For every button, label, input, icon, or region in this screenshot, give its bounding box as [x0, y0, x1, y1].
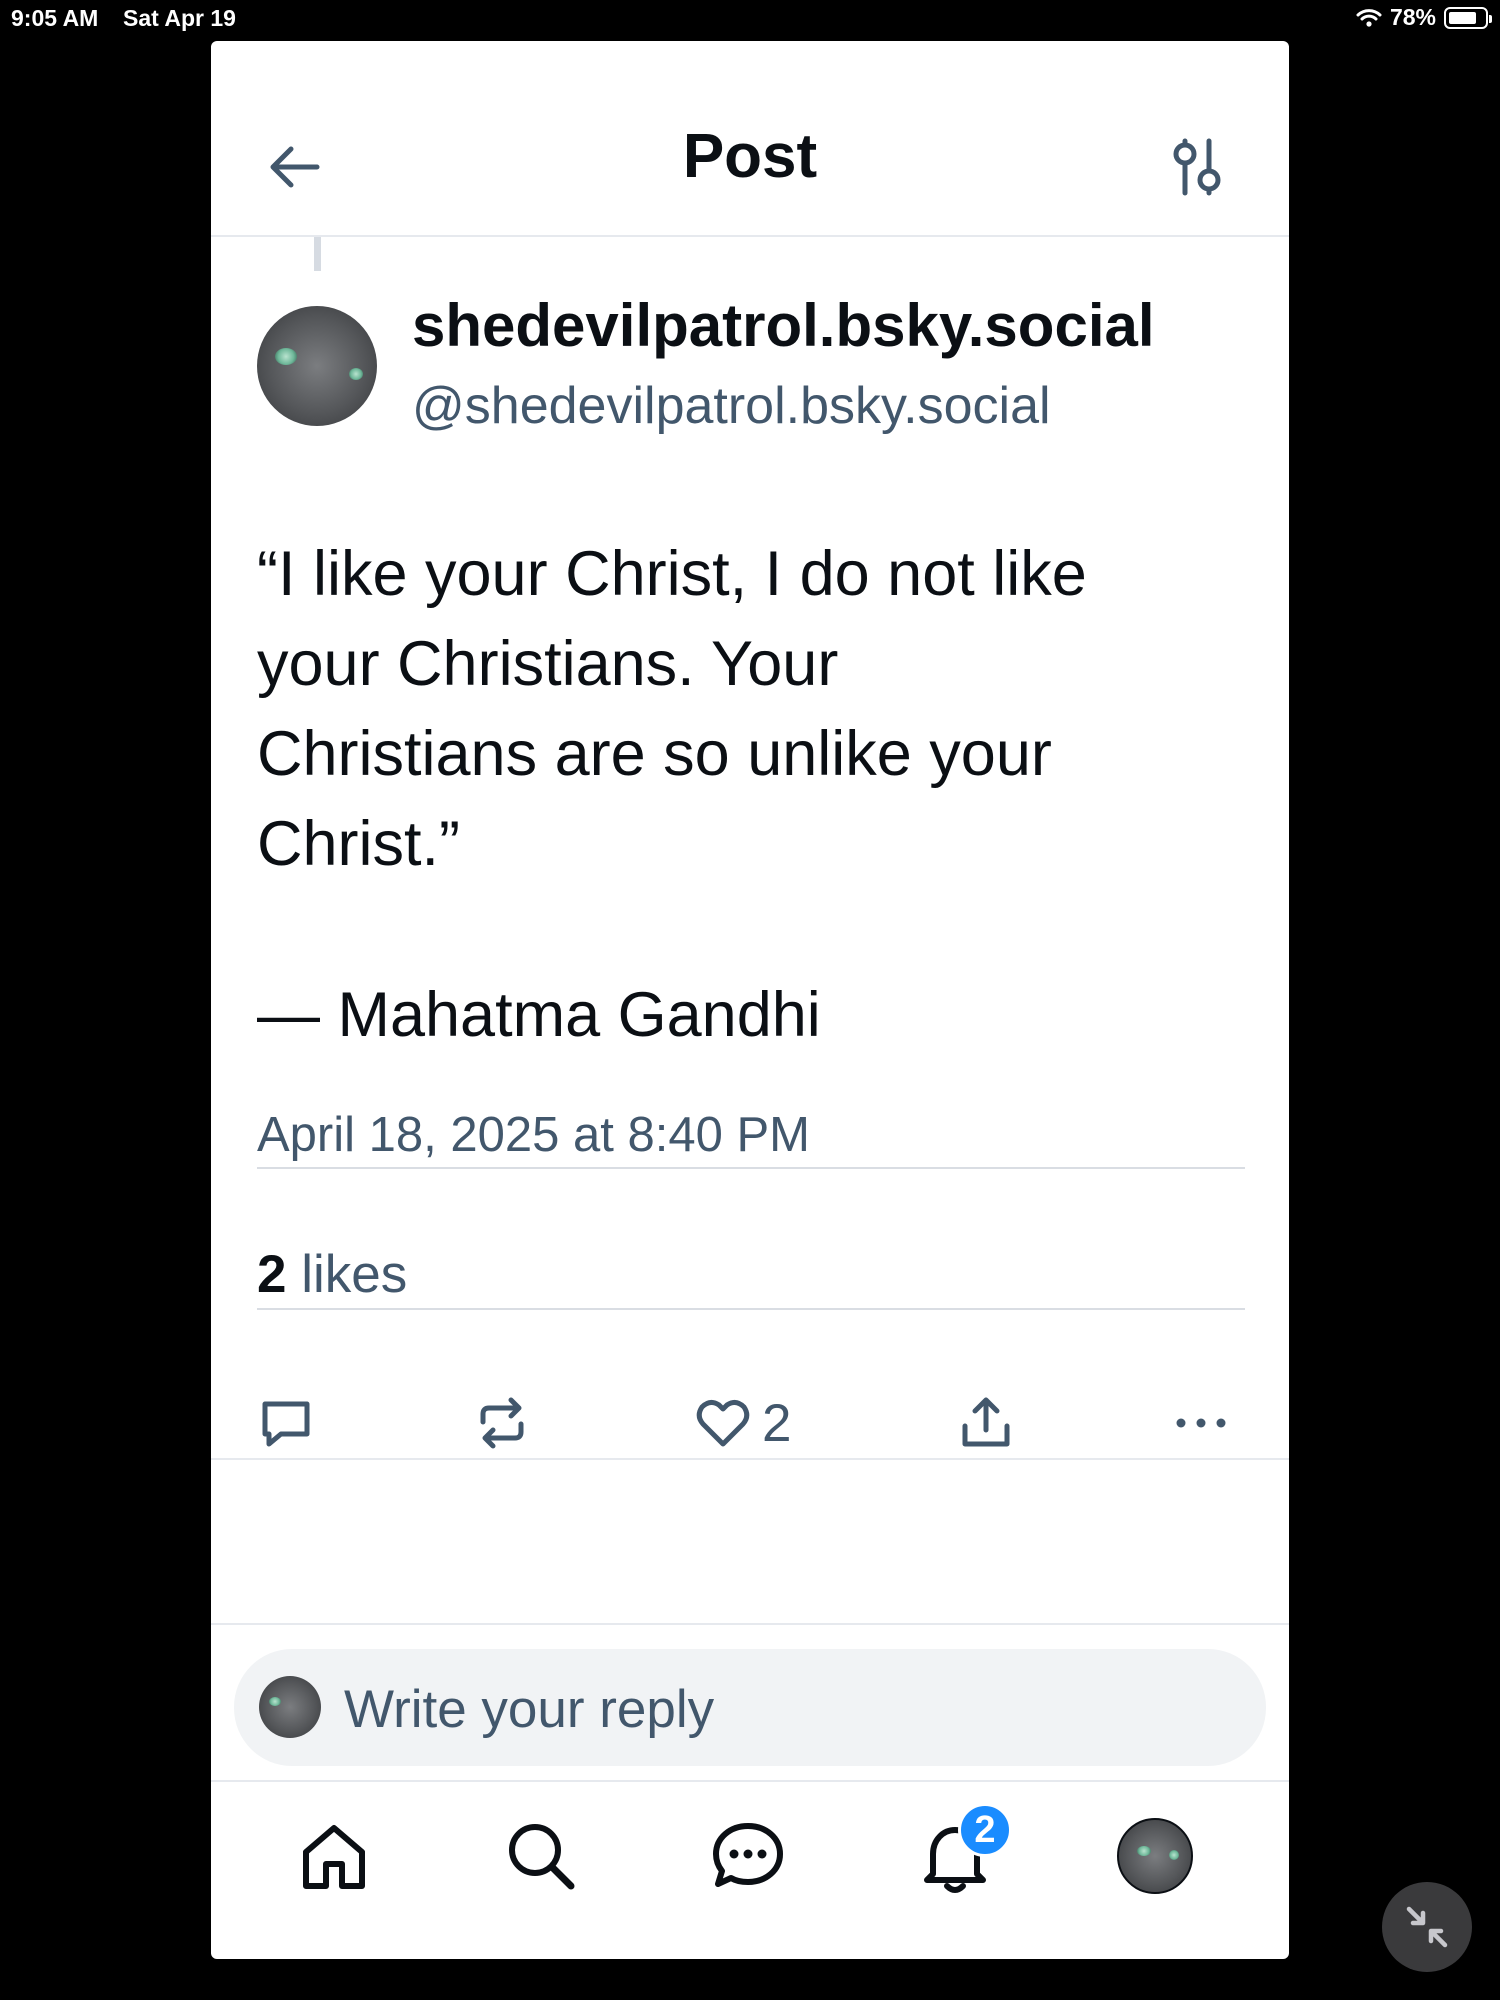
like-count: 2 — [762, 1393, 792, 1453]
home-icon — [303, 1825, 365, 1889]
heart-icon — [696, 1399, 750, 1447]
repost-icon — [480, 1397, 524, 1449]
reply-avatar — [259, 1676, 321, 1738]
reply-placeholder: Write your reply — [344, 1680, 715, 1739]
page-title: Post — [682, 122, 818, 191]
post-attribution: — Mahatma Gandhi — [257, 980, 821, 1050]
thread-connector-line — [314, 237, 321, 271]
more-icon — [1176, 1418, 1226, 1428]
divider — [257, 1308, 1245, 1310]
status-bar: 9:05 AM Sat Apr 19 78% — [0, 0, 1500, 38]
reply-icon — [262, 1401, 310, 1447]
notifications-badge: 2 — [958, 1803, 1012, 1857]
tab-chat[interactable] — [708, 1816, 788, 1896]
exit-fullscreen-button[interactable] — [1382, 1882, 1472, 1972]
thread-settings-button[interactable] — [1168, 135, 1226, 201]
tab-profile[interactable] — [1117, 1818, 1193, 1894]
chat-icon — [713, 1823, 783, 1887]
search-icon — [509, 1824, 575, 1890]
divider — [211, 1623, 1289, 1625]
divider — [211, 1780, 1289, 1782]
likes-count: 2 — [257, 1245, 287, 1304]
post-text-line: your Christians. Your — [257, 629, 839, 699]
more-button[interactable] — [1172, 1391, 1230, 1455]
share-button[interactable] — [957, 1391, 1015, 1455]
divider — [211, 1458, 1289, 1460]
wifi-icon — [1356, 8, 1382, 27]
battery-percent: 78% — [1389, 4, 1436, 30]
author-display-name[interactable]: shedevilpatrol.bsky.social — [412, 291, 1155, 360]
likes-summary[interactable]: 2 likes — [257, 1244, 407, 1305]
post-panel: Post shedevilpatrol.bsky.social @shedevi… — [211, 41, 1289, 1959]
author-avatar[interactable] — [257, 306, 377, 426]
post-text: “I like your Christ, I do not like your … — [257, 529, 1257, 889]
reply-composer[interactable]: Write your reply — [234, 1649, 1266, 1766]
author-handle[interactable]: @shedevilpatrol.bsky.social — [412, 376, 1051, 436]
tab-home[interactable] — [294, 1816, 374, 1896]
collapse-icon — [1406, 1906, 1448, 1948]
status-right: 78% — [1356, 4, 1492, 31]
status-time: 9:05 AM — [11, 5, 99, 31]
tab-search[interactable] — [501, 1816, 581, 1896]
battery-icon — [1444, 6, 1492, 29]
repost-button[interactable] — [473, 1391, 531, 1455]
post-text-line: Christ.” — [257, 809, 460, 879]
likes-label: likes — [301, 1245, 408, 1304]
post-header: Post — [211, 41, 1289, 237]
sliders-icon — [1173, 138, 1221, 196]
post-text-line: “I like your Christ, I do not like — [257, 539, 1087, 609]
status-date: Sat Apr 19 — [123, 5, 236, 31]
reply-button[interactable] — [257, 1391, 315, 1455]
divider — [257, 1167, 1245, 1169]
share-icon — [962, 1397, 1010, 1447]
post-timestamp: April 18, 2025 at 8:40 PM — [257, 1108, 810, 1162]
like-button[interactable]: 2 — [694, 1391, 791, 1455]
post-text-line: Christians are so unlike your — [257, 719, 1052, 789]
